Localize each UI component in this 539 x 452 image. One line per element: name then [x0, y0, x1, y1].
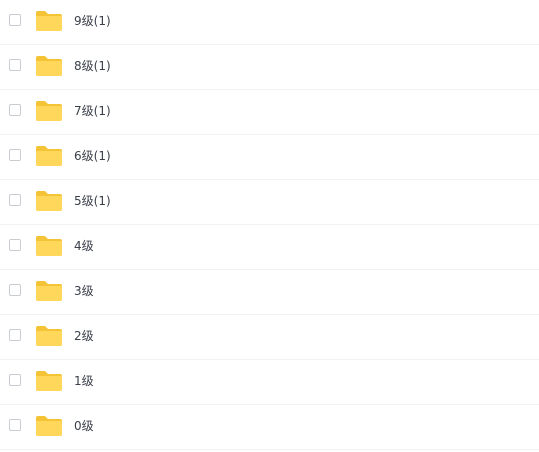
file-name[interactable]: 0级 [74, 418, 94, 434]
row-checkbox[interactable] [9, 149, 21, 161]
file-name[interactable]: 1级 [74, 373, 94, 389]
folder-icon [36, 56, 62, 76]
file-row[interactable]: 6级(1) [0, 135, 539, 180]
row-checkbox[interactable] [9, 59, 21, 71]
file-row[interactable]: 3级 [0, 270, 539, 315]
file-name[interactable]: 3级 [74, 283, 94, 299]
file-row[interactable]: 9级(1) [0, 0, 539, 45]
folder-icon [36, 326, 62, 346]
row-checkbox[interactable] [9, 239, 21, 251]
file-row[interactable]: 5级(1) [0, 180, 539, 225]
file-row[interactable]: 0级 [0, 405, 539, 450]
folder-icon [36, 101, 62, 121]
row-checkbox[interactable] [9, 419, 21, 431]
file-name[interactable]: 8级(1) [74, 58, 111, 74]
folder-icon [36, 236, 62, 256]
folder-icon [36, 281, 62, 301]
file-row[interactable]: 8级(1) [0, 45, 539, 90]
file-name[interactable]: 6级(1) [74, 148, 111, 164]
folder-icon [36, 146, 62, 166]
file-name[interactable]: 9级(1) [74, 13, 111, 29]
row-checkbox[interactable] [9, 14, 21, 26]
row-checkbox[interactable] [9, 284, 21, 296]
file-name[interactable]: 4级 [74, 238, 94, 254]
file-name[interactable]: 5级(1) [74, 193, 111, 209]
file-name[interactable]: 2级 [74, 328, 94, 344]
folder-icon [36, 191, 62, 211]
folder-icon [36, 371, 62, 391]
row-checkbox[interactable] [9, 329, 21, 341]
file-row[interactable]: 7级(1) [0, 90, 539, 135]
row-checkbox[interactable] [9, 104, 21, 116]
file-list: 9级(1) 8级(1) 7级(1) 6级(1) 5级(1) 4级 3级 2级 1… [0, 0, 539, 452]
file-row[interactable]: 2级 [0, 315, 539, 360]
row-checkbox[interactable] [9, 194, 21, 206]
file-name[interactable]: 7级(1) [74, 103, 111, 119]
row-checkbox[interactable] [9, 374, 21, 386]
file-row[interactable]: 4级 [0, 225, 539, 270]
file-row[interactable]: 1级 [0, 360, 539, 405]
folder-icon [36, 416, 62, 436]
folder-icon [36, 11, 62, 31]
